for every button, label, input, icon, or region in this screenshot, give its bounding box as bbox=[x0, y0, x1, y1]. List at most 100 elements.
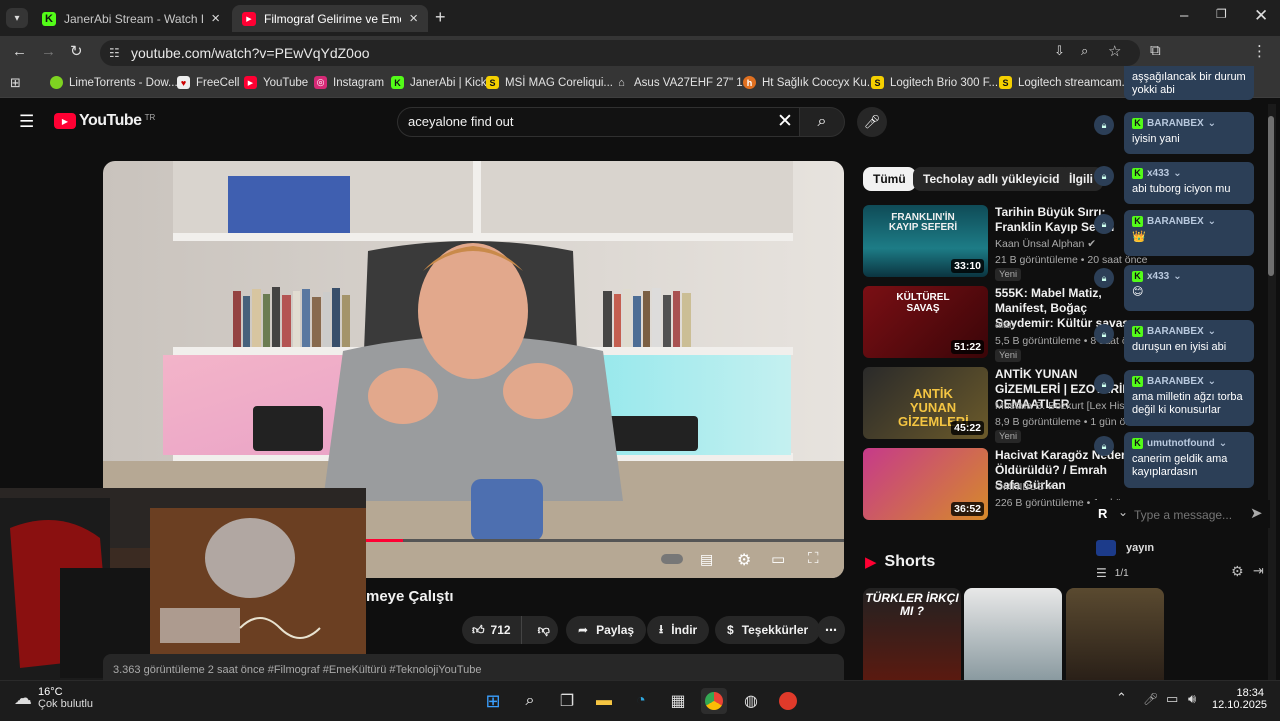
hamburger-menu-icon[interactable]: ☰ bbox=[19, 112, 34, 132]
clear-search-icon[interactable]: ✕ bbox=[777, 110, 793, 133]
app-red-icon[interactable] bbox=[775, 688, 801, 714]
verified-icon: ✔ bbox=[1046, 481, 1056, 493]
taskbar-search-icon[interactable]: ⌕ bbox=[517, 688, 543, 714]
install-icon[interactable]: ⇩ bbox=[1054, 43, 1065, 59]
site-info-icon[interactable]: ☷ bbox=[109, 46, 120, 60]
bookmark-kick[interactable]: K JanerAbi | Kick bbox=[391, 76, 487, 89]
send-icon[interactable]: ➤ bbox=[1250, 504, 1263, 522]
menu-icon[interactable]: ⋮ bbox=[1252, 42, 1267, 60]
autoplay-toggle[interactable] bbox=[661, 554, 683, 564]
thumbs-down-icon: 👎︎ bbox=[537, 622, 550, 637]
clock[interactable]: 18:34 12.10.2025 bbox=[1212, 687, 1267, 711]
download-icon: ⭳ bbox=[659, 621, 664, 636]
kick-badge-icon: K bbox=[1132, 271, 1143, 282]
bookmark-msi[interactable]: S MSİ MAG Coreliqui... bbox=[486, 76, 613, 89]
volume-icon[interactable]: 🔊︎ bbox=[1188, 691, 1196, 707]
edge-icon[interactable]: ◔ bbox=[628, 688, 654, 714]
stream-avatar bbox=[1096, 540, 1116, 556]
video-meta: 8,9 B görüntüleme • 1 gün önce bbox=[995, 416, 1143, 428]
kick-badge-icon: K bbox=[1132, 376, 1143, 387]
tab-search-button[interactable]: ▾ bbox=[6, 8, 28, 28]
chip-all[interactable]: Tümü bbox=[863, 167, 916, 191]
file-explorer-icon[interactable]: ▬ bbox=[591, 688, 617, 714]
verified-icon: ✔ bbox=[1087, 238, 1097, 250]
close-icon[interactable]: × bbox=[409, 10, 418, 27]
bookmark-logitech-streamcam[interactable]: S Logitech streamcam... bbox=[999, 76, 1131, 89]
new-badge: Yeni bbox=[995, 268, 1022, 281]
chat-avatar[interactable]: R bbox=[1098, 506, 1107, 521]
video-thumbnail: KÜLTÜREL SAVAŞ 51:22 bbox=[863, 286, 988, 358]
home-icon: ⌂ bbox=[618, 76, 625, 89]
bookmark-asus[interactable]: ⌂ Asus VA27EHF 27" 1... bbox=[615, 76, 752, 89]
lock-icon: 🔒︎ bbox=[1094, 374, 1114, 394]
url-text[interactable]: youtube.com/watch?v=PEwVqYdZ0oo bbox=[131, 45, 370, 61]
chat-popout-icon[interactable]: ⇥ bbox=[1253, 563, 1264, 579]
chat-message-input[interactable] bbox=[1132, 504, 1236, 526]
network-icon[interactable]: ▭ bbox=[1166, 691, 1178, 707]
tab-janerabi[interactable]: K JanerAbi Stream - Watch Live o × bbox=[32, 5, 230, 32]
chevron-down-icon: ⌄ bbox=[1207, 326, 1217, 337]
thanks-button[interactable]: $ Teşekkürler bbox=[715, 616, 821, 644]
start-button[interactable]: ⊞ bbox=[480, 688, 506, 714]
bookmark-limetorrents[interactable]: LimeTorrents - Dow... bbox=[50, 76, 178, 89]
bookmark-logitech-brio[interactable]: S Logitech Brio 300 F... bbox=[871, 76, 998, 89]
chip-from-uploader[interactable]: Techolay adlı yükleyiciden bbox=[913, 167, 1084, 191]
back-icon[interactable]: ← bbox=[12, 43, 27, 60]
more-actions-button[interactable]: ⋯ bbox=[817, 616, 845, 644]
download-button[interactable]: ⭳ İndir bbox=[647, 616, 710, 644]
close-icon[interactable]: × bbox=[211, 10, 220, 27]
maximize-icon[interactable]: ❐ bbox=[1216, 7, 1227, 21]
theater-mode-icon[interactable]: ▭ bbox=[771, 550, 785, 568]
duration: 33:10 bbox=[951, 259, 984, 273]
scrollbar-thumb[interactable] bbox=[1268, 116, 1274, 276]
page-scrollbar[interactable] bbox=[1268, 104, 1276, 680]
short-thumbnail[interactable]: TÜRKLER İRKÇI MI ? bbox=[863, 588, 961, 680]
short-thumbnail[interactable] bbox=[1066, 588, 1164, 680]
obs-icon[interactable]: ◍ bbox=[738, 688, 764, 714]
video-title: 555K: Mabel Matiz, Manifest, Boğaç Soyde… bbox=[995, 286, 1133, 330]
chevron-down-icon: ⌄ bbox=[1207, 376, 1217, 387]
s-icon: S bbox=[486, 76, 499, 89]
cards-icon: ♥ bbox=[177, 76, 190, 89]
weather-widget[interactable]: ☁ 16°C Çok bulutlu bbox=[14, 686, 93, 710]
zoom-icon[interactable]: ⌕ bbox=[1081, 43, 1088, 59]
apps-icon[interactable]: ⊞ bbox=[10, 75, 21, 91]
video-thumbnail: ANTİK YUNAN GİZEMLERİ 45:22 bbox=[863, 367, 988, 439]
store-icon[interactable]: ▦ bbox=[665, 688, 691, 714]
shorts-icon: ▶ bbox=[865, 554, 877, 571]
youtube-logo[interactable]: ▶ YouTube TR bbox=[54, 112, 155, 130]
short-thumbnail[interactable] bbox=[964, 588, 1062, 680]
bookmark-youtube[interactable]: ▶ YouTube bbox=[244, 76, 308, 89]
share-button[interactable]: ➦ Paylaş bbox=[566, 616, 647, 644]
new-tab-button[interactable]: + bbox=[435, 7, 446, 28]
chrome-icon[interactable] bbox=[701, 688, 727, 714]
dislike-button[interactable]: 👎︎ bbox=[530, 623, 558, 638]
chevron-down-icon: ⌄ bbox=[1218, 438, 1228, 449]
kick-icon: K bbox=[391, 76, 404, 89]
reload-icon[interactable]: ↻ bbox=[70, 42, 83, 60]
chevron-down-icon[interactable]: ⌄ bbox=[1118, 505, 1128, 519]
duration: 51:22 bbox=[951, 340, 984, 354]
subtitles-icon[interactable]: ▤ bbox=[700, 551, 713, 568]
microphone-tray-icon[interactable]: 🎤︎ bbox=[1143, 692, 1158, 706]
like-count: 712 bbox=[490, 623, 511, 637]
like-button[interactable]: 👍︎ 712 bbox=[462, 616, 522, 644]
channel-name: alan bbox=[995, 319, 1015, 331]
extensions-icon[interactable]: ⧉ bbox=[1150, 42, 1161, 59]
tray-chevron-icon[interactable]: ⌃ bbox=[1116, 690, 1127, 706]
settings-gear-icon[interactable]: ⚙ bbox=[737, 550, 751, 570]
microphone-icon: 🎤︎ bbox=[863, 114, 881, 129]
bookmark-ht[interactable]: h Ht Sağlık Coccyx Ku... bbox=[743, 76, 876, 89]
fullscreen-icon[interactable]: ⛶ bbox=[808, 550, 819, 567]
bookmark-freecell[interactable]: ♥ FreeCell bbox=[177, 76, 239, 89]
voice-search-button[interactable]: 🎤︎ bbox=[857, 107, 887, 137]
search-button[interactable]: ⌕ bbox=[799, 107, 845, 137]
forward-icon[interactable]: → bbox=[41, 43, 56, 60]
minimize-icon[interactable]: – bbox=[1180, 7, 1188, 24]
chat-settings-icon[interactable]: ⚙ bbox=[1231, 563, 1244, 580]
tab-filmograf[interactable]: ▶ Filmograf Gelirime ve Emeklerin × bbox=[232, 5, 428, 32]
bookmark-instagram[interactable]: ◎ Instagram bbox=[314, 76, 384, 89]
bookmark-star-icon[interactable]: ☆ bbox=[1108, 42, 1121, 60]
task-view-icon[interactable]: ❐ bbox=[554, 688, 580, 714]
close-window-icon[interactable]: ✕ bbox=[1254, 6, 1268, 26]
